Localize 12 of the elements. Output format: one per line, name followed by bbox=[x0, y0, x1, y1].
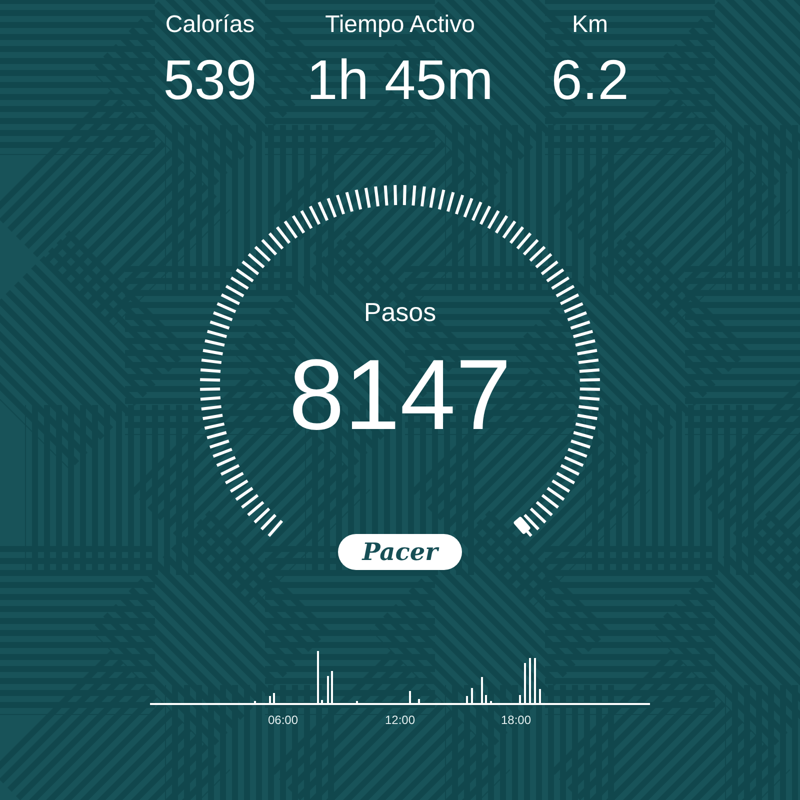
time-label: 18:00 bbox=[500, 713, 532, 727]
steps-label: Pasos bbox=[364, 296, 436, 328]
time-label: 06:00 bbox=[268, 713, 298, 727]
stat-value: 6.2 bbox=[551, 50, 629, 110]
stat-value: 1h 45m bbox=[306, 50, 494, 110]
pacer-logo: Pacer bbox=[338, 534, 462, 570]
stat-value: 539 bbox=[163, 50, 257, 110]
stat-label: Tiempo Activo bbox=[325, 10, 475, 40]
time-label: 12:00 bbox=[384, 713, 416, 727]
stat-label: Calorías bbox=[165, 10, 255, 40]
stat-label: Km bbox=[572, 10, 608, 40]
steps-count: 8147 bbox=[288, 343, 512, 447]
